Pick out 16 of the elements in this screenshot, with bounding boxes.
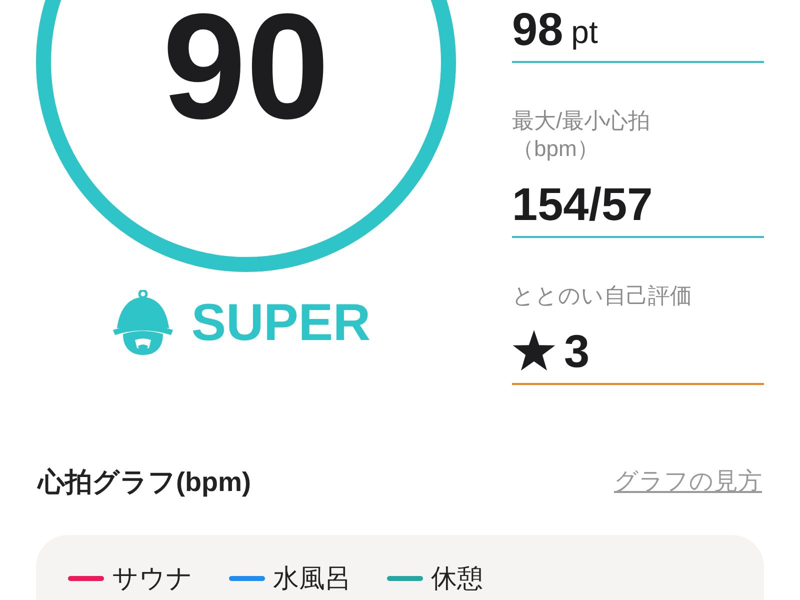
stat-value: 154/57	[512, 181, 653, 227]
legend-label: サウナ	[112, 562, 193, 594]
score-value: 90	[162, 0, 330, 141]
stat-unit: pt	[571, 16, 598, 48]
stat-label: （bpm）	[512, 135, 599, 163]
stat-value: 98	[512, 6, 564, 52]
star-icon	[512, 330, 556, 372]
mascot-icon	[111, 290, 176, 356]
stat-label: 最大/最小心拍	[512, 107, 650, 135]
legend-label: 水風呂	[273, 562, 351, 594]
graph-title: 心拍グラフ(bpm)	[38, 466, 251, 499]
help-link[interactable]: グラフの見方	[614, 464, 762, 500]
rank-label: SUPER	[191, 297, 371, 349]
legend-label: 休憩	[431, 562, 483, 594]
stat-value: 3	[564, 328, 590, 374]
stat-label: ととのい自己評価	[512, 282, 692, 310]
